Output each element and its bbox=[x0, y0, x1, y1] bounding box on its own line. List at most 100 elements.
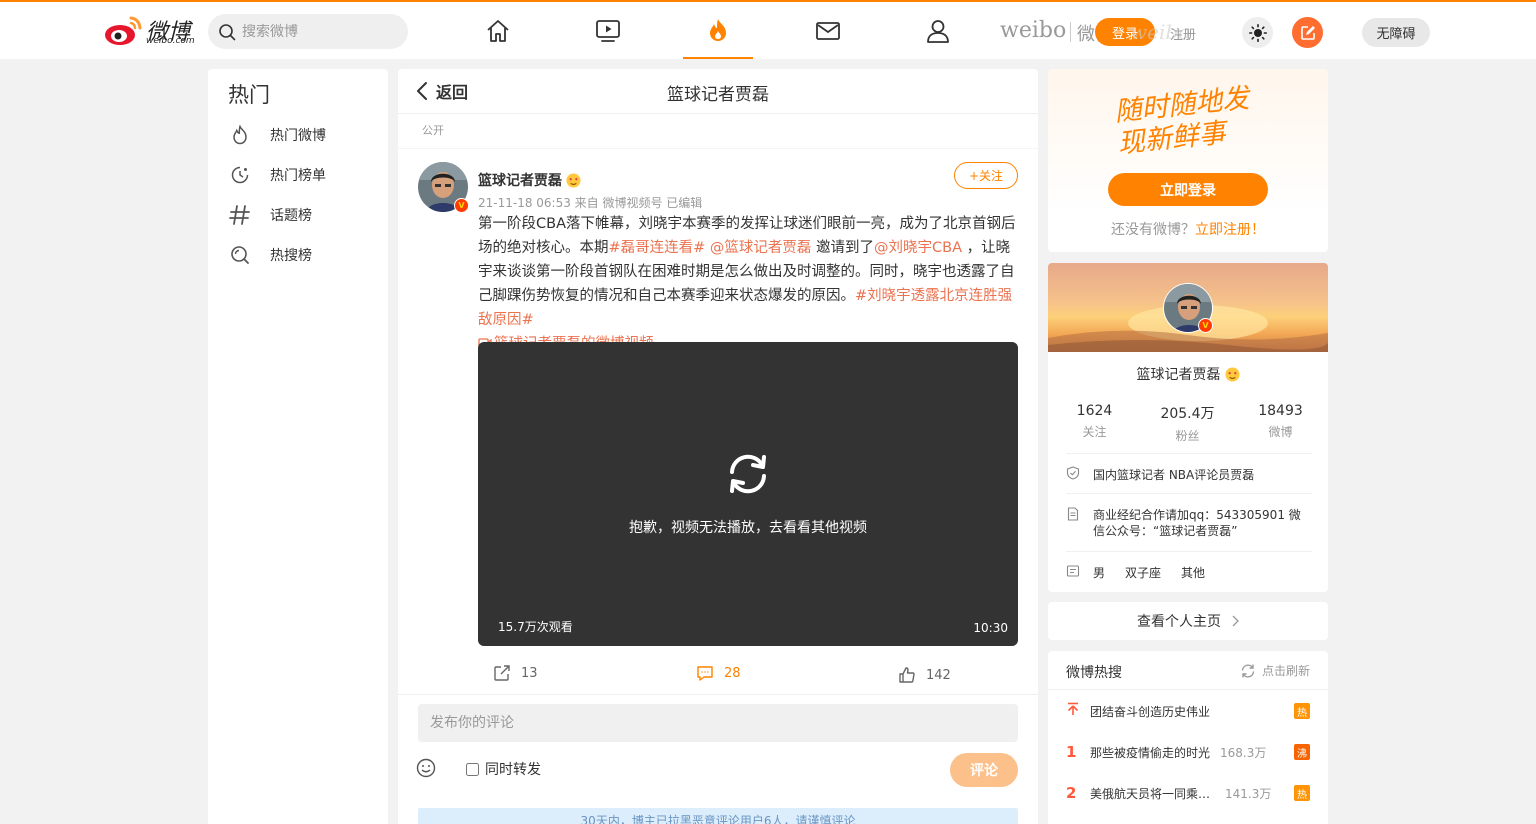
repost-button[interactable]: 13 bbox=[493, 664, 538, 682]
submit-comment-button[interactable]: 评论 bbox=[950, 753, 1018, 787]
login-now-button[interactable]: 立即登录 bbox=[1108, 173, 1268, 206]
search-box[interactable] bbox=[208, 14, 408, 49]
register-now-link[interactable]: 立即注册！ bbox=[1195, 222, 1265, 238]
home-icon bbox=[487, 19, 509, 42]
brand-weibo-en: weibo bbox=[1000, 18, 1067, 43]
nav-hot[interactable] bbox=[683, 2, 753, 59]
chevron-right-icon bbox=[1232, 615, 1239, 627]
profile-attributes: 男 双子座 其他 bbox=[1066, 564, 1312, 581]
repost-checkbox[interactable] bbox=[466, 762, 479, 776]
sidebar-item-topics[interactable]: 话题榜 bbox=[228, 200, 378, 230]
detail-header: 返回 篮球记者贾磊 bbox=[398, 69, 1038, 114]
divider bbox=[1048, 689, 1328, 690]
pinned-top-icon bbox=[1066, 702, 1084, 720]
profile-verified-info: 国内篮球记者 NBA评论员贾磊 bbox=[1066, 466, 1312, 483]
view-homepage-button[interactable]: 查看个人主页 bbox=[1048, 602, 1328, 640]
stat-following[interactable]: 1624 关注 bbox=[1048, 403, 1141, 440]
nav-video[interactable] bbox=[573, 2, 643, 59]
refresh-icon bbox=[730, 454, 766, 494]
hot-search-item[interactable]: 2 美俄航天员将一同乘坐飞船 141.3万 热 bbox=[1066, 783, 1310, 803]
post-author[interactable]: 篮球记者贾磊 bbox=[478, 170, 581, 190]
verified-badge-icon: V bbox=[1198, 318, 1213, 333]
zodiac-text: 双子座 bbox=[1125, 566, 1162, 580]
flame-icon bbox=[228, 123, 252, 147]
stat-number: 18493 bbox=[1258, 403, 1303, 419]
stat-label: 关注 bbox=[1082, 425, 1107, 439]
nav-home[interactable] bbox=[463, 2, 533, 59]
hot-search-text: 那些被疫情偷走的时光 bbox=[1090, 745, 1211, 760]
hot-search-card: 微博热搜 点击刷新 团结奋斗创造历史伟业 热 1 那些被疫情偷走的时光 168.… bbox=[1048, 651, 1328, 824]
comment-icon bbox=[697, 666, 713, 681]
mention-link[interactable]: @刘晓宇CBA bbox=[874, 240, 962, 256]
author-profile-card: V 篮球记者贾磊 1624 关注 205.4万 粉丝 18493 微博 国内篮球… bbox=[1048, 263, 1328, 592]
logo-domain: weibo.com bbox=[146, 36, 195, 46]
verified-text: 国内篮球记者 NBA评论员贾磊 bbox=[1093, 468, 1255, 482]
accessibility-button[interactable]: 无障碍 bbox=[1362, 18, 1430, 47]
sidebar-item-label: 热搜榜 bbox=[270, 248, 312, 264]
author-name: 篮球记者贾磊 bbox=[478, 173, 562, 189]
hot-search-text: 美俄航天员将一同乘坐飞船 bbox=[1090, 786, 1215, 801]
page-title: 篮球记者贾磊 bbox=[667, 85, 769, 105]
hot-tag-badge: 沸 bbox=[1294, 744, 1310, 760]
left-sidebar: 热门 热门微博 热门榜单 话题榜 热搜榜 bbox=[208, 69, 388, 824]
register-link[interactable]: 注册 bbox=[1170, 24, 1196, 43]
comment-button[interactable]: 28 bbox=[696, 664, 741, 682]
hot-search-item[interactable]: 团结奋斗创造历史伟业 热 bbox=[1066, 701, 1310, 721]
nav-profile[interactable] bbox=[903, 2, 973, 59]
follow-button[interactable]: +关注 bbox=[954, 162, 1018, 189]
sidebar-item-label: 热门榜单 bbox=[270, 168, 326, 184]
document-icon bbox=[1066, 507, 1080, 539]
mention-link[interactable]: @篮球记者贾磊 bbox=[710, 240, 812, 256]
stat-followers[interactable]: 205.4万 粉丝 bbox=[1141, 403, 1234, 444]
gender-text: 男 bbox=[1093, 566, 1106, 580]
stat-number: 1624 bbox=[1076, 403, 1113, 419]
video-icon bbox=[596, 19, 620, 42]
sidebar-item-hot-search[interactable]: 热搜榜 bbox=[228, 240, 378, 270]
hot-search-refresh-button[interactable]: 点击刷新 bbox=[1240, 662, 1310, 679]
stat-label: 微博 bbox=[1268, 425, 1293, 439]
refresh-label: 点击刷新 bbox=[1261, 664, 1310, 678]
hot-search-text: 团结奋斗创造历史伟业 bbox=[1090, 704, 1211, 719]
view-homepage-label: 查看个人主页 bbox=[1137, 614, 1221, 630]
compose-icon bbox=[1300, 25, 1315, 40]
brand-separator bbox=[1070, 22, 1071, 42]
login-promo-card: 随时随地发现新鲜事 立即登录 还没有微博？立即注册！ bbox=[1048, 69, 1328, 252]
hot-search-item[interactable]: 1 那些被疫情偷走的时光 168.3万 沸 bbox=[1066, 742, 1310, 762]
sidebar-item-label: 热门微博 bbox=[270, 128, 326, 144]
repost-checkbox-label[interactable]: 同时转发 bbox=[466, 759, 541, 779]
post-meta: 21-11-18 06:53 来自 微博视频号 已编辑 bbox=[478, 196, 703, 210]
comment-count: 28 bbox=[724, 665, 741, 681]
comment-input[interactable] bbox=[418, 704, 1018, 742]
nav-messages[interactable] bbox=[793, 2, 863, 59]
info-card-icon bbox=[1066, 564, 1080, 581]
divider bbox=[398, 694, 1038, 695]
repost-checkbox-text: 同时转发 bbox=[485, 762, 541, 778]
refresh-icon bbox=[1241, 663, 1255, 678]
register-prompt: 还没有微博？立即注册！ bbox=[1048, 219, 1328, 239]
video-error-message[interactable]: 抱歉，视频无法播放，去看看其他视频 bbox=[478, 517, 1018, 537]
hot-search-rank: 1 bbox=[1066, 743, 1077, 761]
sidebar-title: 热门 bbox=[228, 83, 270, 107]
topic-link[interactable]: #磊哥连连看# bbox=[609, 240, 706, 256]
emoji-picker-icon[interactable] bbox=[416, 758, 436, 778]
stat-label: 粉丝 bbox=[1175, 429, 1200, 443]
weibo-logo[interactable]: 微博 weibo.com bbox=[104, 12, 200, 48]
theme-toggle-button[interactable] bbox=[1242, 17, 1273, 48]
sidebar-item-hot-list[interactable]: 热门榜单 bbox=[228, 160, 378, 190]
stat-posts[interactable]: 18493 微博 bbox=[1234, 403, 1327, 440]
promo-slogan: 随时随地发现新鲜事 bbox=[1113, 82, 1251, 160]
video-player[interactable]: 抱歉，视频无法播放，去看看其他视频 15.7万次观看 10:30 bbox=[478, 342, 1018, 646]
top-bar: 微博 weibo.com 搜索微博 weibo 登录 weibo 注册 无障碍 bbox=[0, 0, 1536, 59]
divider bbox=[1066, 453, 1312, 454]
profile-icon bbox=[927, 19, 949, 43]
video-duration: 10:30 bbox=[973, 621, 1008, 635]
like-button[interactable]: 142 bbox=[898, 666, 951, 684]
sidebar-item-hot-weibo[interactable]: 热门微博 bbox=[228, 120, 378, 150]
weibo-eye-icon bbox=[105, 16, 142, 45]
verified-badge-icon: V bbox=[454, 198, 469, 213]
divider bbox=[1066, 493, 1312, 494]
repost-count: 13 bbox=[521, 665, 538, 681]
search-input[interactable] bbox=[242, 14, 402, 49]
compose-button[interactable] bbox=[1292, 17, 1323, 48]
profile-name[interactable]: 篮球记者贾磊 bbox=[1048, 364, 1328, 384]
